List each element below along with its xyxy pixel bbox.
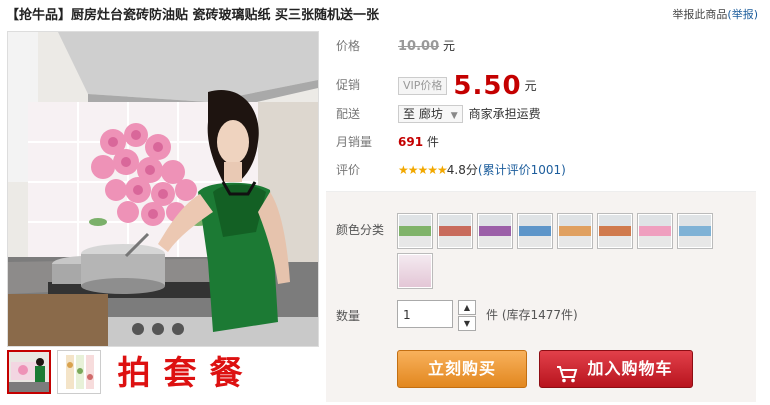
shopping-cart-icon	[556, 360, 578, 396]
color-swatch-8[interactable]	[677, 213, 713, 249]
quantity-increment-icon[interactable]: ▲	[458, 300, 476, 315]
thumbnail-char-1[interactable]: 拍	[113, 352, 155, 394]
review-count-link[interactable]: (累计评价1001)	[478, 163, 566, 177]
quantity-label: 数量	[336, 309, 361, 323]
stock-info: 件 (库存1477件)	[486, 308, 578, 322]
report-area: 举报此商品(举报)	[672, 6, 758, 22]
quantity-decrement-icon[interactable]: ▼	[458, 316, 476, 331]
shipping-label: 配送	[336, 107, 361, 121]
promo-unit: 元	[524, 78, 537, 93]
color-swatch-9[interactable]	[397, 253, 433, 289]
shipping-note: 商家承担运费	[468, 107, 541, 121]
purchase-panel: 颜色分类 数量 1 ▲ ▼ 件 (库存1477件) 立刻购买 加入购物车	[326, 191, 756, 402]
quantity-input[interactable]: 1	[397, 300, 453, 328]
color-label: 颜色分类	[336, 223, 385, 237]
report-link[interactable]: (举报)	[727, 8, 758, 21]
rating-stars-icon: ★★★★★	[398, 163, 448, 177]
add-to-cart-label: 加入购物车	[587, 359, 673, 378]
monthly-sales-count: 691	[398, 135, 424, 149]
rating-value: 4.8分	[446, 163, 478, 177]
original-price: 10.00	[398, 39, 440, 54]
sales-label: 月销量	[336, 135, 373, 149]
rating-label: 评价	[336, 163, 361, 177]
color-swatch-1[interactable]	[397, 213, 433, 249]
add-to-cart-button[interactable]: 加入购物车	[539, 350, 693, 388]
ship-destination: 廊坊	[418, 107, 443, 121]
sales-unit: 件	[426, 135, 439, 149]
thumbnail-char-2[interactable]: 套	[159, 352, 201, 394]
thumbnail-1[interactable]	[7, 350, 51, 394]
color-swatch-3[interactable]	[477, 213, 513, 249]
color-swatch-6[interactable]	[597, 213, 633, 249]
shipping-destination-select[interactable]: 至 廊坊 ▼	[398, 105, 463, 123]
price-label: 价格	[336, 39, 361, 53]
color-swatch-4[interactable]	[517, 213, 553, 249]
price-unit: 元	[442, 39, 455, 53]
promo-label: 促销	[336, 78, 361, 92]
thumbnail-2[interactable]	[57, 350, 101, 394]
color-swatch-5[interactable]	[557, 213, 593, 249]
color-swatch-2[interactable]	[437, 213, 473, 249]
chevron-down-icon: ▼	[450, 111, 458, 121]
main-product-image[interactable]	[7, 31, 319, 347]
promo-price: 5.50	[453, 70, 522, 101]
report-text: 举报此商品	[672, 8, 728, 21]
color-swatch-7[interactable]	[637, 213, 673, 249]
thumbnail-char-3[interactable]: 餐	[205, 352, 247, 394]
vip-price-badge: VIP价格	[398, 76, 448, 95]
product-title: 【抢牛品】厨房灶台瓷砖防油贴 瓷砖玻璃贴纸 买三张随机送一张	[6, 8, 380, 23]
ship-prefix: 至	[403, 107, 416, 121]
buy-now-button[interactable]: 立刻购买	[397, 350, 527, 388]
